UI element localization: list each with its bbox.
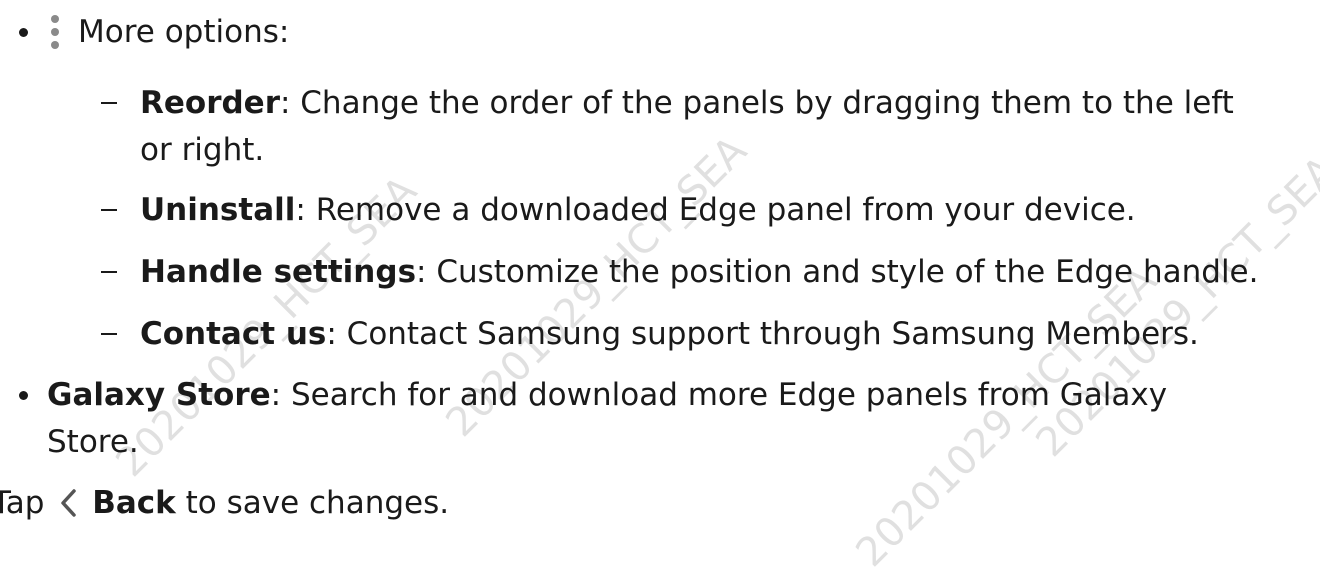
sub-item-uninstall: Uninstall: Remove a downloaded Edge pane…	[140, 190, 1136, 230]
sub-item-desc: : Change the order of the panels by drag…	[279, 85, 1234, 121]
sub-item-dash	[101, 209, 117, 211]
back-chevron-icon	[61, 489, 77, 517]
sub-item-reorder-cont: or right.	[140, 132, 265, 168]
sub-item-handle-settings: Handle settings: Customize the position …	[140, 252, 1258, 292]
sub-item-dash	[101, 102, 117, 104]
more-options-label: More options:	[78, 14, 290, 50]
step-tap-back: Tap Back to save changes.	[0, 483, 449, 523]
list-bullet	[19, 391, 28, 400]
sub-item-term: Handle settings	[140, 254, 417, 290]
watermark-3: 20201029_HCT_SEA	[847, 257, 1166, 576]
sub-item-dash	[101, 333, 117, 335]
galaxy-store-term: Galaxy Store	[47, 377, 271, 413]
sub-item-contact-us: Contact us: Contact Samsung support thro…	[140, 314, 1199, 354]
document-page: 20201029_HCT_SEA 20201029_HCT_SEA 202010…	[0, 0, 1320, 576]
list-bullet	[19, 28, 28, 37]
step-prefix: Tap	[0, 485, 45, 521]
sub-item-reorder: Reorder: Change the order of the panels …	[140, 83, 1234, 123]
sub-item-desc: : Customize the position and style of th…	[416, 254, 1259, 290]
sub-item-term: Contact us	[140, 316, 327, 352]
sub-item-desc: : Remove a downloaded Edge panel from yo…	[295, 192, 1136, 228]
step-suffix: to save changes.	[185, 485, 450, 521]
sub-item-term: Reorder	[140, 85, 280, 121]
sub-item-desc: : Contact Samsung support through Samsun…	[326, 316, 1199, 352]
more-options-icon	[50, 15, 60, 49]
galaxy-store-item: Galaxy Store: Search for and download mo…	[47, 375, 1167, 415]
galaxy-store-desc: : Search for and download more Edge pane…	[270, 377, 1168, 413]
sub-item-term: Uninstall	[140, 192, 296, 228]
step-back-term: Back	[92, 485, 176, 521]
galaxy-store-item-cont: Store.	[47, 424, 139, 460]
sub-item-dash	[101, 271, 117, 273]
